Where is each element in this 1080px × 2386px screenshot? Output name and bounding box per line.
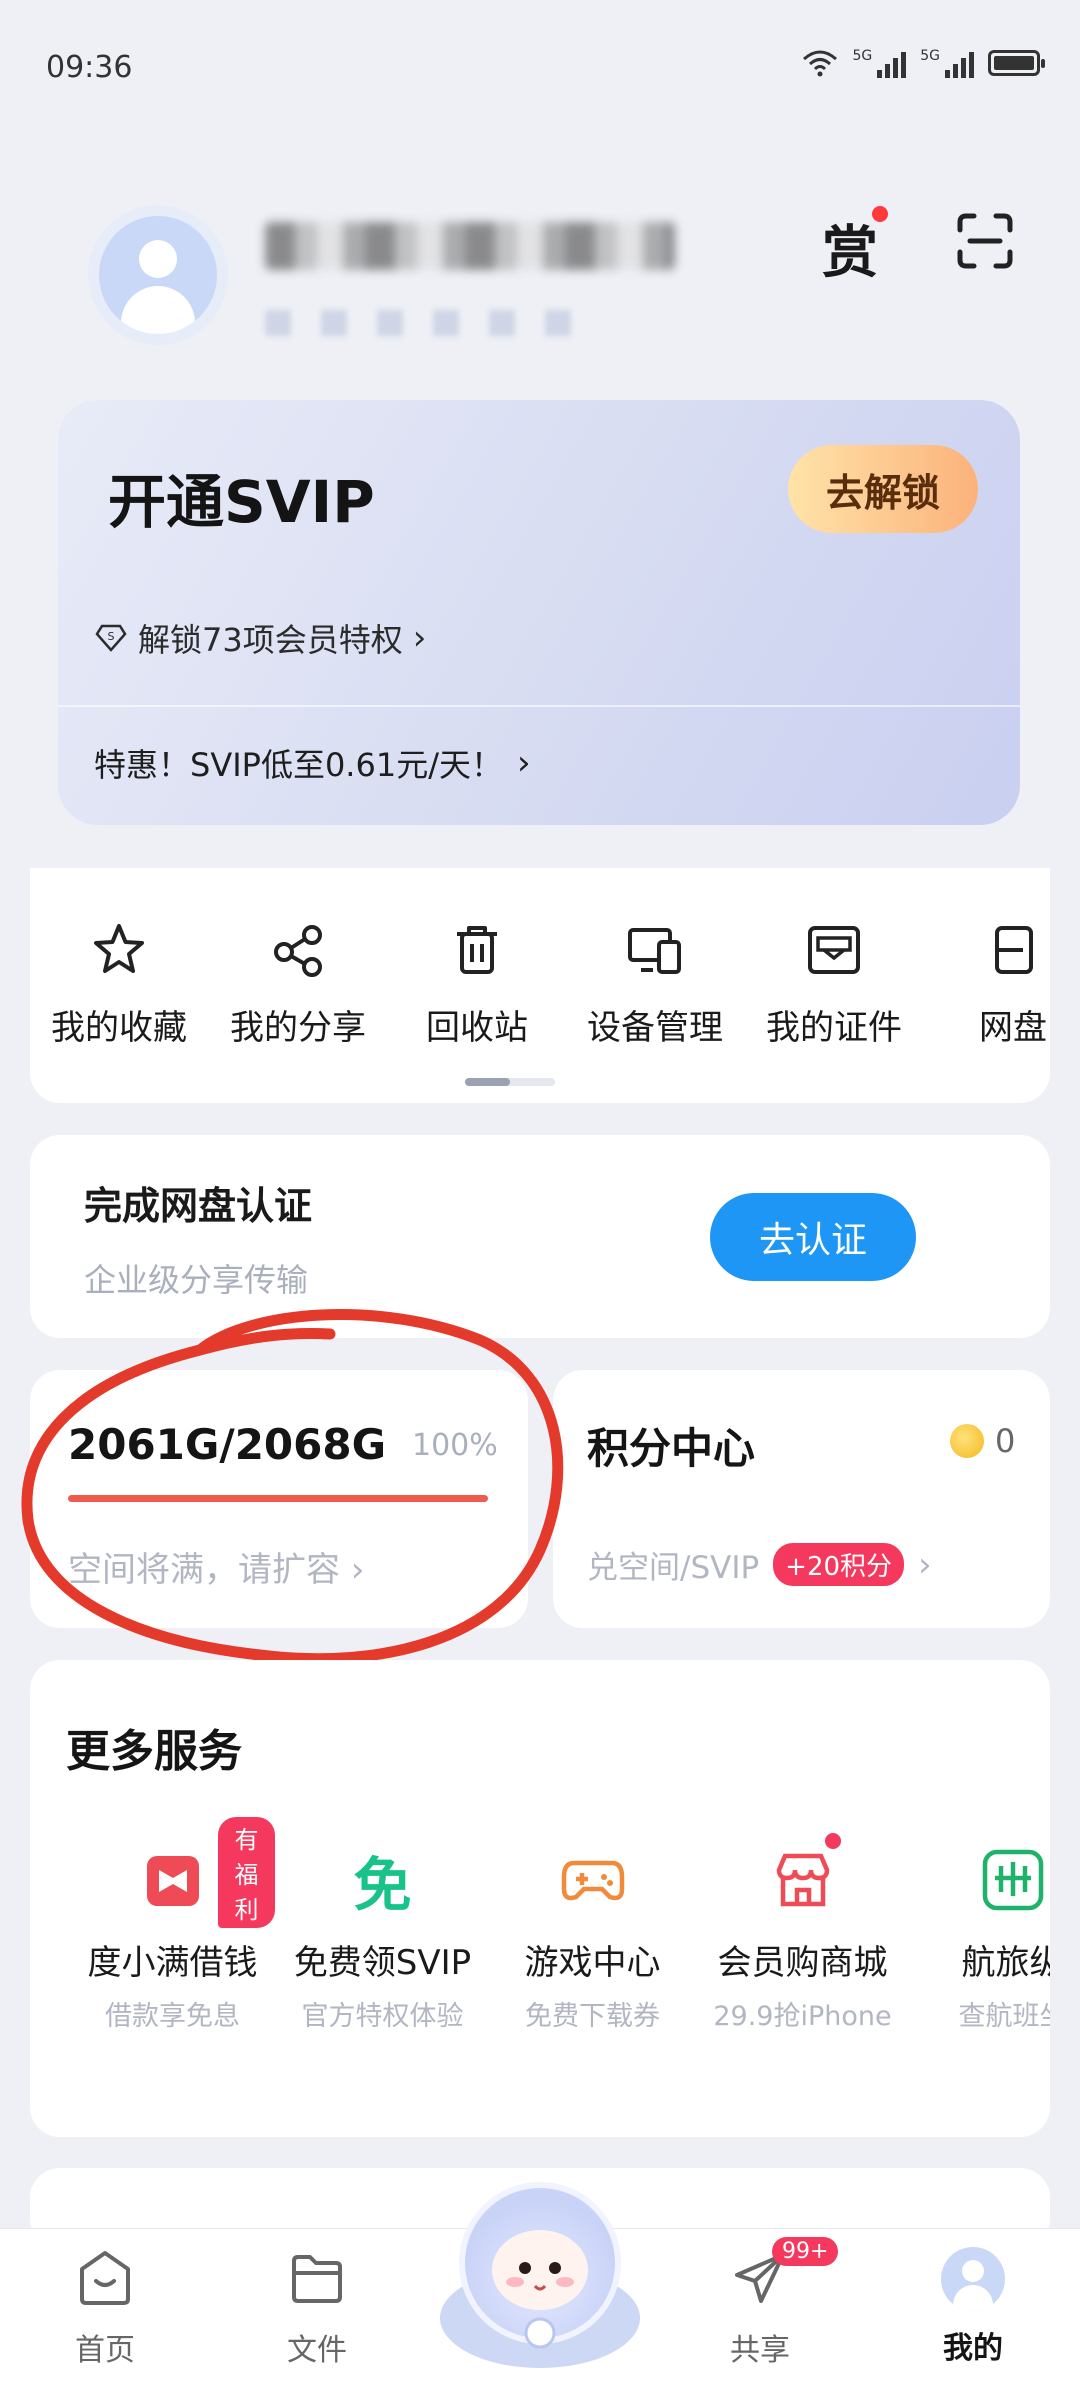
nav-label: 共享 bbox=[730, 2333, 790, 2368]
divider bbox=[58, 705, 1020, 707]
service-name: 航旅纵 bbox=[961, 1943, 1051, 1983]
points-subtitle: 兑空间/SVIP bbox=[587, 1550, 760, 1586]
scroll-indicator-thumb bbox=[465, 1078, 510, 1086]
me-avatar-icon bbox=[941, 2247, 1005, 2311]
share-icon bbox=[274, 925, 322, 977]
coin-count: 0 bbox=[995, 1422, 1016, 1460]
folder-icon bbox=[292, 2255, 342, 2303]
certification-title: 完成网盘认证 bbox=[84, 1184, 313, 1228]
flight-icon bbox=[982, 1849, 1043, 1911]
gamepad-icon bbox=[561, 1860, 624, 1901]
share-badge: 99+ bbox=[772, 2237, 839, 2266]
devices-icon bbox=[628, 928, 681, 974]
shortcut-favorites[interactable]: 我的收藏 bbox=[30, 920, 209, 1049]
user-id-redacted bbox=[265, 310, 585, 336]
nav-home[interactable]: 首页 bbox=[45, 2247, 165, 2369]
services-card: 更多服务 有福利 度小满借钱 借款享免息 免 免费领SVIP 官方特权体验 游戏… bbox=[30, 1660, 1050, 2137]
nav-files[interactable]: 文件 bbox=[257, 2247, 377, 2369]
home-icon bbox=[80, 2251, 130, 2305]
service-desc: 借款享免息 bbox=[105, 2001, 240, 2032]
trash-icon bbox=[457, 926, 497, 974]
service-flight[interactable]: 航旅纵 查航班坐 bbox=[910, 1845, 1050, 2033]
service-store[interactable]: 会员购商城 29.9抢iPhone bbox=[700, 1833, 905, 2033]
shortcut-panel: 我的收藏 我的分享 回收站 设备管理 我的证件 网盘 bbox=[30, 868, 1050, 1103]
points-redeem-link[interactable]: 兑空间/SVIP +20积分 › bbox=[587, 1542, 932, 1587]
store-icon bbox=[776, 1853, 829, 1907]
service-loan[interactable]: 有福利 度小满借钱 借款享免息 bbox=[70, 1817, 275, 2033]
service-name: 游戏中心 bbox=[524, 1943, 661, 1983]
svip-title: 开通SVIP bbox=[108, 468, 375, 536]
points-card[interactable]: 积分中心 0 兑空间/SVIP +20积分 › bbox=[553, 1370, 1050, 1628]
svg-text:S: S bbox=[108, 630, 115, 643]
certify-button[interactable]: 去认证 bbox=[710, 1193, 916, 1281]
chevron-right-icon: › bbox=[516, 743, 531, 783]
service-badge: 有福利 bbox=[218, 1817, 275, 1928]
free-icon: 免 bbox=[353, 1851, 412, 1919]
svip-card[interactable]: 开通SVIP 去解锁 S 解锁73项会员特权 › 特惠！SVIP低至0.61元/… bbox=[58, 400, 1020, 825]
chevron-right-icon: › bbox=[412, 618, 427, 658]
battery-icon bbox=[988, 50, 1045, 76]
service-name: 会员购商城 bbox=[717, 1943, 888, 1983]
privilege-link[interactable]: S 解锁73项会员特权 › bbox=[94, 615, 426, 661]
nav-label: 文件 bbox=[287, 2333, 347, 2368]
service-name: 度小满借钱 bbox=[87, 1943, 258, 1983]
shortcut-label: 网盘 bbox=[979, 1008, 1047, 1048]
shortcut-id-cards[interactable]: 我的证件 bbox=[744, 920, 924, 1049]
service-desc: 查航班坐 bbox=[958, 2001, 1051, 2032]
shortcut-label: 设备管理 bbox=[587, 1008, 723, 1048]
star-icon bbox=[94, 924, 144, 973]
shortcut-label: 我的分享 bbox=[230, 1008, 366, 1048]
reward-icon[interactable]: 赏 bbox=[822, 208, 878, 289]
shortcut-label: 回收站 bbox=[426, 1008, 528, 1048]
scan-icon[interactable] bbox=[956, 212, 1014, 270]
mascot-icon[interactable] bbox=[435, 2168, 645, 2378]
wifi-icon bbox=[803, 50, 838, 77]
unlock-button[interactable]: 去解锁 bbox=[788, 445, 978, 533]
shortcut-netdisk[interactable]: 网盘 bbox=[923, 920, 1050, 1049]
service-notification-dot bbox=[825, 1833, 841, 1849]
privilege-text: 解锁73项会员特权 bbox=[138, 621, 403, 659]
red-circle-annotation bbox=[21, 1309, 564, 1665]
reward-notification-dot bbox=[872, 206, 888, 222]
promo-link[interactable]: 特惠！SVIP低至0.61元/天！ › bbox=[94, 740, 531, 786]
shortcut-shares[interactable]: 我的分享 bbox=[208, 920, 388, 1049]
shortcut-label: 我的收藏 bbox=[51, 1008, 187, 1048]
service-desc: 免费下载券 bbox=[525, 2001, 660, 2032]
service-free-svip[interactable]: 免 免费领SVIP 官方特权体验 bbox=[280, 1845, 485, 2033]
status-time: 09:36 bbox=[46, 50, 133, 85]
nav-label: 我的 bbox=[943, 2331, 1003, 2366]
nav-me[interactable]: 我的 bbox=[913, 2247, 1033, 2367]
shortcut-label: 我的证件 bbox=[766, 1008, 902, 1048]
services-title: 更多服务 bbox=[66, 1726, 242, 1777]
avatar[interactable] bbox=[88, 205, 228, 345]
loan-icon bbox=[146, 1856, 199, 1906]
service-name: 免费领SVIP bbox=[293, 1943, 472, 1983]
netdisk-icon bbox=[995, 926, 1033, 974]
shortcut-recycle-bin[interactable]: 回收站 bbox=[387, 920, 567, 1049]
points-badge: +20积分 bbox=[773, 1543, 905, 1586]
diamond-icon: S bbox=[95, 624, 127, 652]
points-title: 积分中心 bbox=[587, 1424, 756, 1473]
nav-share[interactable]: 99+ 共享 bbox=[700, 2237, 839, 2369]
coin-icon bbox=[950, 1424, 984, 1458]
promo-text: 特惠！SVIP低至0.61元/天！ bbox=[94, 746, 503, 784]
service-desc: 官方特权体验 bbox=[301, 2001, 464, 2032]
network-label: 5G bbox=[852, 48, 873, 64]
id-card-icon bbox=[808, 926, 860, 974]
username-redacted bbox=[265, 222, 675, 270]
status-icons: 5G 5G bbox=[802, 48, 1045, 78]
shortcut-devices[interactable]: 设备管理 bbox=[565, 920, 745, 1049]
signal-icon-1: 5G bbox=[852, 48, 907, 78]
service-games[interactable]: 游戏中心 免费下载券 bbox=[490, 1845, 695, 2033]
nav-label: 首页 bbox=[75, 2333, 135, 2368]
service-desc: 29.9抢iPhone bbox=[713, 2001, 892, 2032]
signal-icon-2: 5G bbox=[920, 48, 974, 78]
chevron-right-icon: › bbox=[918, 1544, 932, 1585]
network-label: 5G bbox=[920, 48, 940, 64]
